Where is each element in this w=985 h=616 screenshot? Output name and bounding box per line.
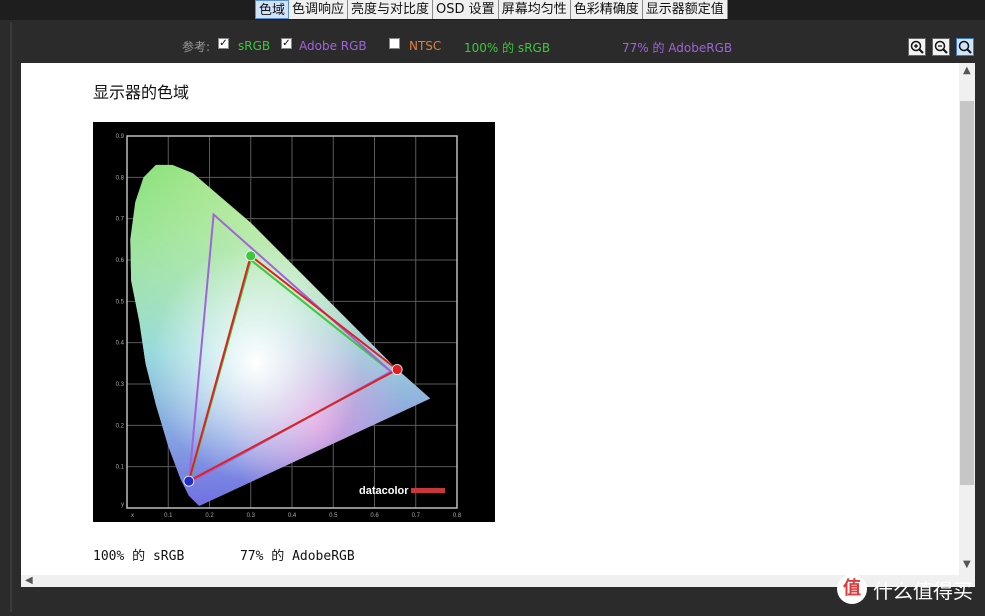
x-tick-label: 0.5: [329, 513, 338, 519]
scroll-left-icon[interactable]: ◀: [25, 575, 33, 586]
adobe-rgb-label[interactable]: Adobe RGB: [299, 39, 367, 53]
y-tick-label: 0.6: [116, 258, 125, 264]
y-tick-label: 0.4: [116, 341, 125, 347]
content-panel: 显示器的色域 0.1 0.2 0.3 0.4 0.5 0.6 0.7 0.8 0…: [21, 63, 975, 587]
x-tick-label: 0.2: [205, 513, 214, 519]
watermark-logo: 值: [837, 574, 867, 604]
tab-0[interactable]: 色域: [255, 0, 290, 19]
zoom-out-icon: [934, 40, 948, 54]
zoom-fit-button[interactable]: [956, 38, 974, 56]
primary-marker: [183, 475, 195, 487]
ntsc-checkbox[interactable]: [389, 38, 400, 49]
datacolor-bar: [411, 488, 445, 493]
zoom-fit-icon: [958, 40, 972, 54]
y-tick-label: 0.7: [116, 217, 125, 223]
tab-1[interactable]: 色调响应: [289, 0, 349, 19]
gamut-chart: 0.1 0.2 0.3 0.4 0.5 0.6 0.7 0.8 0.1 0.2 0.3 0.4 0.5 0…: [93, 122, 495, 522]
spectral-locus: [130, 164, 431, 506]
coverage-caption: 100% 的 sRGB 77% 的 AdobeRGB: [93, 545, 355, 564]
zoom-in-icon: [910, 40, 924, 54]
tab-2[interactable]: 亮度与对比度: [348, 0, 434, 19]
watermark-text: 什么值得买: [873, 578, 973, 603]
zoom-in-button[interactable]: [908, 38, 926, 56]
y-tick-label: 0.3: [116, 382, 125, 388]
ntsc-label[interactable]: NTSC: [409, 39, 441, 53]
horizontal-scrollbar[interactable]: ◀: [21, 575, 975, 587]
x-tick-label: 0.3: [247, 513, 256, 519]
caption-srgb: 100% 的 sRGB: [93, 549, 185, 564]
zoom-out-button[interactable]: [932, 38, 950, 56]
x-tick-label: 0.1: [164, 513, 173, 519]
tab-bar: 色域 色调响应 亮度与对比度 OSD 设置 屏幕均匀性 色彩精确度 显示器额定值: [0, 0, 985, 20]
y-tick-label: 0.1: [116, 465, 125, 471]
vertical-scroll-thumb[interactable]: [960, 101, 974, 485]
y-axis-label: y: [121, 502, 124, 508]
primary-marker: [245, 250, 257, 262]
tab-3[interactable]: OSD 设置: [433, 0, 499, 19]
y-tick-label: 0.2: [116, 423, 125, 429]
srgb-label[interactable]: sRGB: [238, 39, 270, 53]
locus-white-point: [130, 164, 431, 506]
scroll-down-icon[interactable]: ▼: [963, 559, 971, 570]
caption-adobe: 77% 的 AdobeRGB: [239, 549, 355, 564]
tabs: 色域 色调响应 亮度与对比度 OSD 设置 屏幕均匀性 色彩精确度 显示器额定值: [255, 0, 728, 20]
x-tick-label: 0.6: [370, 513, 379, 519]
vertical-scrollbar[interactable]: ▲ ▼: [959, 63, 975, 575]
x-tick-label: 0.7: [412, 513, 421, 519]
x-axis-label: x: [131, 513, 134, 519]
reference-label: 参考:: [182, 40, 211, 54]
datacolor-logo: datacolor: [359, 485, 445, 497]
datacolor-brand: datacolor: [359, 485, 409, 497]
y-tick-label: 0.8: [116, 175, 125, 181]
adobe-rgb-checkbox[interactable]: ✓: [281, 38, 292, 49]
scroll-up-icon[interactable]: ▲: [963, 65, 971, 76]
srgb-checkbox[interactable]: ✓: [218, 38, 229, 49]
x-tick-label: 0.4: [288, 513, 297, 519]
srgb-coverage: 100% 的 sRGB: [464, 41, 551, 55]
primary-marker: [391, 364, 403, 375]
y-tick-label: 0.5: [116, 299, 125, 305]
watermark: 值 什么值得买: [837, 574, 973, 604]
tab-5[interactable]: 色彩精确度: [570, 0, 643, 19]
tab-4[interactable]: 屏幕均匀性: [498, 0, 571, 19]
frame-border: [10, 22, 12, 612]
y-tick-label: 0.9: [116, 134, 125, 140]
tab-6[interactable]: 显示器额定值: [642, 0, 728, 19]
reference-row: 参考: ✓ sRGB ✓ Adobe RGB NTSC 100% 的 sRGB …: [0, 34, 985, 60]
adobe-coverage: 77% 的 AdobeRGB: [622, 41, 733, 55]
gamut-chart-svg: 0.1 0.2 0.3 0.4 0.5 0.6 0.7 0.8 0.1 0.2 0.3 0.4 0.5 0…: [116, 134, 462, 519]
x-tick-label: 0.8: [453, 513, 462, 519]
section-heading: 显示器的色域: [93, 83, 190, 102]
